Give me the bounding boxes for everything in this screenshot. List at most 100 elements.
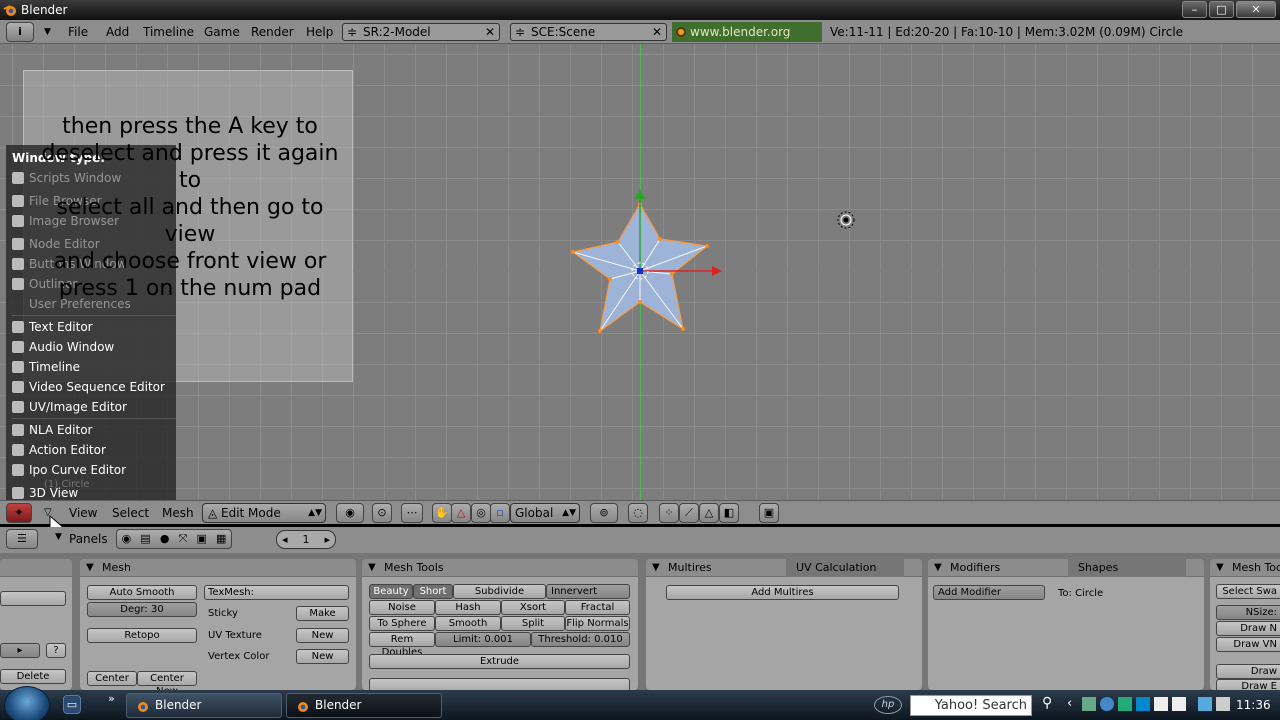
minimize-button[interactable]: – (1182, 1, 1207, 18)
proportional-edit-icon[interactable]: ⊚ (590, 503, 618, 523)
menu-mesh[interactable]: Mesh (162, 504, 194, 522)
draw-normals-toggle[interactable]: Draw N (1216, 621, 1280, 636)
tray-monitor-icon[interactable] (1198, 697, 1212, 711)
menu-item-text-editor[interactable]: Text Editor (12, 318, 176, 336)
edge-select-icon[interactable]: ⟋ (679, 503, 699, 523)
render-preview-icon[interactable]: ▣ (759, 503, 779, 523)
shapes-tab[interactable]: Shapes (1068, 559, 1186, 577)
menu-item-audio-window[interactable]: Audio Window (12, 338, 176, 356)
add-multires-button[interactable]: Add Multires (666, 585, 899, 600)
sticky-make-button[interactable]: Make (296, 606, 349, 621)
delete-scene-icon[interactable]: ✕ (649, 24, 665, 40)
menu-item-action-editor[interactable]: Action Editor (12, 441, 176, 459)
pivot-button[interactable]: ⊙ (372, 503, 392, 523)
tray-network-icon[interactable] (1100, 697, 1114, 711)
tray-a-icon[interactable] (1118, 697, 1132, 711)
taskbar-blender-2[interactable]: Blender (286, 693, 442, 718)
frame-number-field[interactable]: ◂ 1 ▸ (276, 530, 336, 549)
nsize-field[interactable]: NSize: (1216, 605, 1280, 620)
face-select-icon[interactable]: △ (699, 503, 719, 523)
rotate-tool-icon[interactable]: △ (451, 503, 471, 523)
rem-doubles-button[interactable]: Rem Doubles (369, 632, 435, 658)
center-new-button[interactable]: Center New (137, 671, 197, 690)
mesh-tools-more-header[interactable]: ▼ Mesh Too (1210, 559, 1280, 577)
menu-item-video-sequence-editor[interactable]: Video Sequence Editor (12, 378, 176, 396)
collapse-icon[interactable]: ▼ (44, 22, 51, 42)
retopo-toggle[interactable]: Retopo (87, 628, 197, 643)
menu-game[interactable]: Game (204, 22, 240, 42)
back-arrow-icon[interactable]: ‹ (1067, 696, 1072, 711)
auto-smooth-toggle[interactable]: Auto Smooth (87, 585, 197, 600)
maximize-button[interactable]: □ (1209, 1, 1234, 18)
tray-plus-icon[interactable] (1172, 697, 1186, 711)
layers-button[interactable]: ⋯ (401, 503, 423, 523)
hash-button[interactable]: Hash (435, 600, 501, 615)
add-modifier-dropdown[interactable]: Add Modifier (933, 585, 1045, 600)
delete-button[interactable]: Delete (0, 669, 66, 684)
degree-field[interactable]: Degr: 30 (87, 602, 197, 617)
help-button[interactable]: ? (46, 643, 66, 658)
extrude-button[interactable]: Extrude (369, 654, 630, 669)
material-stepper[interactable]: ▸ (0, 643, 40, 658)
collapse-icon[interactable]: ▼ (55, 532, 62, 542)
draw-toggle[interactable]: Draw (1216, 664, 1280, 679)
draw-type-button[interactable]: ◉ (336, 503, 364, 523)
uv-texture-new-button[interactable]: New (296, 628, 349, 643)
blender-url[interactable]: www.blender.org 249.2 (672, 22, 822, 59)
tray-t-icon[interactable] (1136, 697, 1150, 711)
subdivide-button[interactable]: Subdivide (453, 584, 546, 599)
menu-view[interactable]: View (69, 504, 97, 522)
smooth-button[interactable]: Smooth (435, 616, 501, 631)
screen-selector[interactable]: ≑ SR:2-Model ✕ (342, 23, 500, 41)
texmesh-field[interactable]: TexMesh: (204, 585, 349, 600)
menu-item-timeline[interactable]: Timeline (12, 358, 176, 376)
innervert-selector[interactable]: Innervert (546, 584, 630, 599)
flip-normals-button[interactable]: Flip Normals (565, 616, 630, 631)
more-tools-row[interactable] (369, 678, 630, 690)
vertex-group-field[interactable] (0, 591, 66, 606)
fractal-button[interactable]: Fractal (565, 600, 630, 615)
noise-button[interactable]: Noise (369, 600, 435, 615)
split-button[interactable]: Split (501, 616, 565, 631)
menu-item-ipo-curve-editor[interactable]: Ipo Curve Editor (12, 461, 176, 479)
menu-help[interactable]: Help (306, 22, 333, 42)
uv-calculation-tab[interactable]: UV Calculation (786, 559, 904, 577)
info-window-type-button[interactable]: i (6, 22, 34, 42)
tray-app-icon[interactable] (1082, 697, 1096, 711)
orientation-selector[interactable]: Global ▲▼ (510, 503, 580, 523)
star-mesh[interactable] (560, 184, 740, 344)
center-button[interactable]: Center (87, 671, 137, 686)
mesh-panel-header[interactable]: ▼ Mesh (80, 559, 356, 577)
delete-screen-icon[interactable]: ✕ (482, 24, 498, 40)
yahoo-search-box[interactable]: Yahoo! Search (910, 695, 1032, 716)
vertex-select-icon[interactable]: ⁘ (659, 503, 679, 523)
show-desktop-icon[interactable]: ▭ (63, 695, 81, 714)
draw-edges-toggle[interactable]: Draw E (1216, 679, 1280, 690)
menu-render[interactable]: Render (251, 22, 294, 42)
menu-item-nla-editor[interactable]: NLA Editor (12, 421, 176, 439)
context-buttons[interactable]: ◉ ▤ ● ⤧ ▣ ▦ (116, 529, 232, 549)
start-button[interactable] (4, 686, 50, 720)
xsort-button[interactable]: Xsort (501, 600, 565, 615)
limit-field[interactable]: Limit: 0.001 (435, 632, 531, 647)
limit-selection-icon[interactable]: ◧ (719, 503, 739, 523)
search-icon[interactable]: ⚲ (1042, 695, 1052, 711)
volume-icon[interactable] (1216, 697, 1230, 711)
menu-item-uv-image-editor[interactable]: UV/Image Editor (12, 398, 176, 416)
taskbar-blender-1[interactable]: Blender (126, 693, 282, 718)
draw-vnormals-toggle[interactable]: Draw VN (1216, 637, 1280, 652)
window-type-buttons-icon[interactable]: ☰ (6, 529, 38, 549)
window-type-3d-icon[interactable]: ✦ (6, 503, 32, 523)
mesh-tools-panel-header[interactable]: ▼ Mesh Tools (362, 559, 638, 577)
short-toggle[interactable]: Short (413, 584, 453, 599)
vertex-color-new-button[interactable]: New (296, 649, 349, 664)
to-sphere-button[interactable]: To Sphere (369, 616, 435, 631)
scale-tool-icon[interactable]: ◎ (471, 503, 491, 523)
menu-select[interactable]: Select (112, 504, 149, 522)
select-swap-button[interactable]: Select Swa (1216, 584, 1280, 599)
menu-timeline[interactable]: Timeline (143, 22, 194, 42)
threshold-field[interactable]: Threshold: 0.010 (531, 632, 630, 647)
close-button[interactable]: ✕ (1236, 1, 1276, 18)
grab-tool-icon[interactable]: ✋ (432, 503, 452, 523)
scene-selector[interactable]: ≑ SCE:Scene ✕ (510, 23, 667, 41)
